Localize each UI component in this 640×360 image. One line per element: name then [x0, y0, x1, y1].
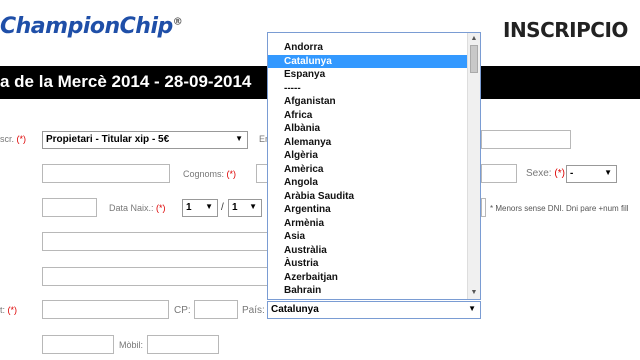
country-option[interactable]: Austràlia: [268, 244, 480, 258]
chevron-down-icon: ▼: [468, 304, 476, 313]
country-option[interactable]: Andorra: [268, 41, 480, 55]
country-option[interactable]: Àustria: [268, 257, 480, 271]
country-option[interactable]: Aràbia Saudita: [268, 190, 480, 204]
phone-field[interactable]: [42, 335, 114, 354]
city-field[interactable]: [42, 267, 268, 286]
country-option[interactable]: Espanya: [268, 68, 480, 82]
country-select[interactable]: Catalunya ▼: [267, 301, 481, 319]
dropdown-scrollbar[interactable]: ▲ ▼: [467, 33, 480, 299]
country-option[interactable]: Algèria: [268, 149, 480, 163]
country-option[interactable]: Catalunya: [268, 54, 480, 68]
event-title: a de la Mercè 2014 - 28-09-2014: [0, 72, 252, 91]
page-title: INSCRIPCIO: [503, 18, 628, 42]
country-option[interactable]: Afganistan: [268, 95, 480, 109]
country-option[interactable]: Africa: [268, 109, 480, 123]
championchip-logo[interactable]: ChampionChip®: [0, 14, 183, 39]
sex-select[interactable]: - ▼: [566, 165, 617, 183]
country-option[interactable]: Bahrain: [268, 284, 480, 298]
country-option[interactable]: Alemanya: [268, 136, 480, 150]
country-option[interactable]: Albània: [268, 122, 480, 136]
inscription-type-select[interactable]: Propietari - Titular xip - 5€ ▼: [42, 131, 248, 149]
chevron-down-icon: ▼: [205, 202, 213, 211]
inscription-type-label: scr. (*): [0, 134, 27, 144]
dni-extra-field[interactable]: [481, 198, 486, 217]
chevron-down-icon: ▼: [235, 134, 243, 143]
birth-day-select[interactable]: 1 ▼: [182, 199, 218, 217]
chevron-down-icon: ▼: [249, 202, 257, 211]
mobile-label: Mòbil:: [119, 340, 144, 350]
country-option[interactable]: Amèrica: [268, 163, 480, 177]
country-dropdown-list[interactable]: Andorra Catalunya Espanya ----- Afganistan Af…: [267, 32, 481, 300]
country-label: País:: [242, 305, 265, 316]
surname2-field[interactable]: [481, 164, 517, 183]
province-required-mark: t: (*): [0, 305, 18, 315]
address-field[interactable]: [42, 232, 268, 251]
country-option[interactable]: Argentina: [268, 203, 480, 217]
dni-note: * Menors sense DNI. Dni pare +num fill: [490, 204, 629, 213]
country-option[interactable]: Asia: [268, 230, 480, 244]
date-separator: /: [221, 202, 224, 213]
surname-label: Cognoms: (*): [183, 169, 237, 179]
postal-code-label: CP:: [174, 305, 191, 316]
province-field[interactable]: [42, 300, 169, 319]
country-options: Andorra Catalunya Espanya ----- Afganistan Af…: [268, 41, 480, 298]
scroll-down-icon[interactable]: ▼: [468, 287, 480, 299]
mobile-field[interactable]: [147, 335, 219, 354]
name-field[interactable]: [42, 164, 170, 183]
dni-field[interactable]: [42, 198, 97, 217]
dropdown-separator: -----: [284, 82, 301, 94]
scroll-thumb[interactable]: [470, 45, 478, 73]
country-option[interactable]: Azerbaitjan: [268, 271, 480, 285]
registered-mark: ®: [172, 16, 183, 28]
birth-month-select[interactable]: 1 ▼: [228, 199, 262, 217]
email-field[interactable]: [481, 130, 571, 149]
country-option[interactable]: Armènia: [268, 217, 480, 231]
scroll-up-icon[interactable]: ▲: [468, 33, 480, 45]
logo-text: ChampionChip: [0, 14, 173, 39]
sex-label: Sexe: (*): [526, 168, 565, 179]
chevron-down-icon: ▼: [604, 168, 612, 177]
postal-code-field[interactable]: [194, 300, 238, 319]
birth-date-label: Data Naix.: (*): [109, 203, 166, 213]
country-option[interactable]: Angola: [268, 176, 480, 190]
